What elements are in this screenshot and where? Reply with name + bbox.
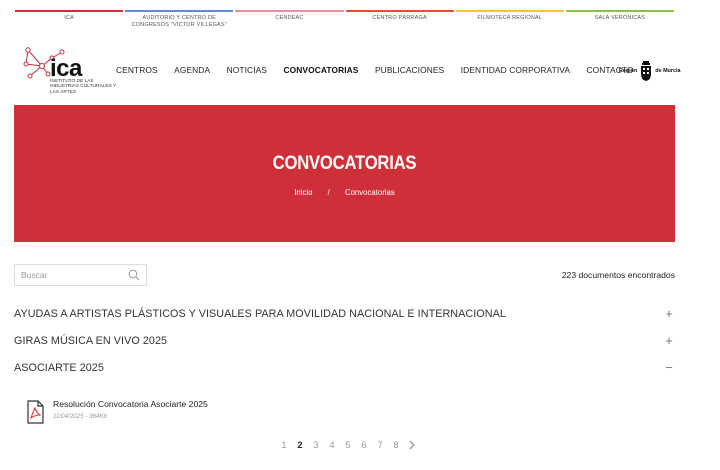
nav-item-publicaciones[interactable]: PUBLICACIONES	[375, 65, 444, 75]
center-color-line	[125, 10, 234, 12]
expand-plus-icon[interactable]: +	[663, 307, 675, 320]
center-link-parraga[interactable]: CENTRO PÁRRAGA	[345, 10, 455, 40]
logo-subtitle: INSTITUTO DE LAS INDUSTRIAS CULTURALES Y…	[50, 79, 117, 95]
nav-item-identidad-corporativa[interactable]: IDENTIDAD CORPORATIVA	[461, 65, 570, 75]
center-color-line	[235, 10, 344, 12]
region-label-right: de Murcia	[655, 68, 681, 74]
center-link-ica[interactable]: ICA	[14, 10, 124, 40]
page-link-8[interactable]: 8	[388, 440, 404, 450]
search-box	[14, 264, 147, 286]
breadcrumb-home-link[interactable]: Inicio	[294, 188, 312, 197]
hero-banner: CONVOCATORIAS Inicio / Convocatorias	[14, 105, 675, 242]
document-title[interactable]: Resolución Convocatoria Asociarte 2025	[53, 399, 208, 409]
page-link-2[interactable]: 2	[292, 440, 308, 450]
document-meta: 11/04/2025 - 364Kb	[53, 413, 107, 420]
page-link-5[interactable]: 5	[340, 440, 356, 450]
next-page-button[interactable]	[404, 439, 420, 451]
main-nav: CENTROS AGENDA NOTICIAS CONVOCATORIAS PU…	[116, 65, 650, 75]
accordion-item-giras-musica[interactable]: GIRAS MÚSICA EN VIVO 2025 +	[14, 334, 675, 347]
centers-bar: ICA AUDITORIO Y CENTRO DE CONGRESOS "VÍC…	[14, 10, 675, 40]
results-count: 223 documentos encontrados	[561, 270, 675, 280]
document-item[interactable]: Resolución Convocatoria Asociarte 2025 1…	[26, 399, 208, 424]
accordion-label: GIRAS MÚSICA EN VIVO 2025	[14, 335, 168, 347]
breadcrumb-current: Convocatorias	[344, 188, 395, 197]
page-link-1[interactable]: 1	[276, 440, 292, 450]
accordion-label: ASOCIARTE 2025	[14, 362, 104, 374]
nav-item-centros[interactable]: CENTROS	[116, 65, 158, 75]
pdf-icon	[27, 400, 44, 424]
search-icon[interactable]	[128, 269, 140, 281]
page-link-7[interactable]: 7	[372, 440, 388, 450]
nav-item-noticias[interactable]: NOTICIAS	[227, 65, 267, 75]
region-label-left: Región	[619, 68, 638, 74]
accordion-item-asociarte[interactable]: ASOCIARTE 2025 −	[14, 361, 675, 374]
center-color-line	[15, 10, 124, 12]
breadcrumb-separator: /	[327, 188, 330, 197]
collapse-minus-icon[interactable]: −	[663, 361, 675, 374]
expand-plus-icon[interactable]: +	[663, 334, 675, 347]
center-color-line	[455, 10, 564, 12]
accordion-item-ayudas-artistas[interactable]: AYUDAS A ARTISTAS PLÁSTICOS Y VISUALES P…	[14, 307, 675, 320]
breadcrumb: Inicio / Convocatorias	[14, 188, 675, 197]
center-link-veronicas[interactable]: SALA VERÓNICAS	[565, 10, 675, 40]
center-link-filmoteca[interactable]: FILMOTECA REGIONAL	[455, 10, 565, 40]
page-link-6[interactable]: 6	[356, 440, 372, 450]
logo-wordmark[interactable]: ica	[50, 57, 82, 81]
page-link-3[interactable]: 3	[308, 440, 324, 450]
murcia-coat-of-arms-icon	[641, 61, 652, 81]
center-link-cendeac[interactable]: CENDEAC	[234, 10, 344, 40]
center-link-auditorio[interactable]: AUDITORIO Y CENTRO DE CONGRESOS "VÍCTOR …	[124, 10, 234, 40]
region-murcia-logo[interactable]: Región de Murcia	[619, 60, 680, 82]
chevron-right-icon	[409, 440, 415, 450]
center-color-line	[565, 10, 675, 12]
page-link-4[interactable]: 4	[324, 440, 340, 450]
search-input[interactable]	[15, 265, 120, 285]
nav-item-agenda[interactable]: AGENDA	[174, 65, 210, 75]
center-color-line	[345, 10, 454, 12]
page-title: CONVOCATORIAS	[272, 153, 417, 174]
pagination: 1 2 3 4 5 6 7 8	[276, 439, 420, 451]
nav-item-convocatorias[interactable]: CONVOCATORIAS	[284, 65, 359, 75]
accordion-label: AYUDAS A ARTISTAS PLÁSTICOS Y VISUALES P…	[14, 308, 506, 320]
